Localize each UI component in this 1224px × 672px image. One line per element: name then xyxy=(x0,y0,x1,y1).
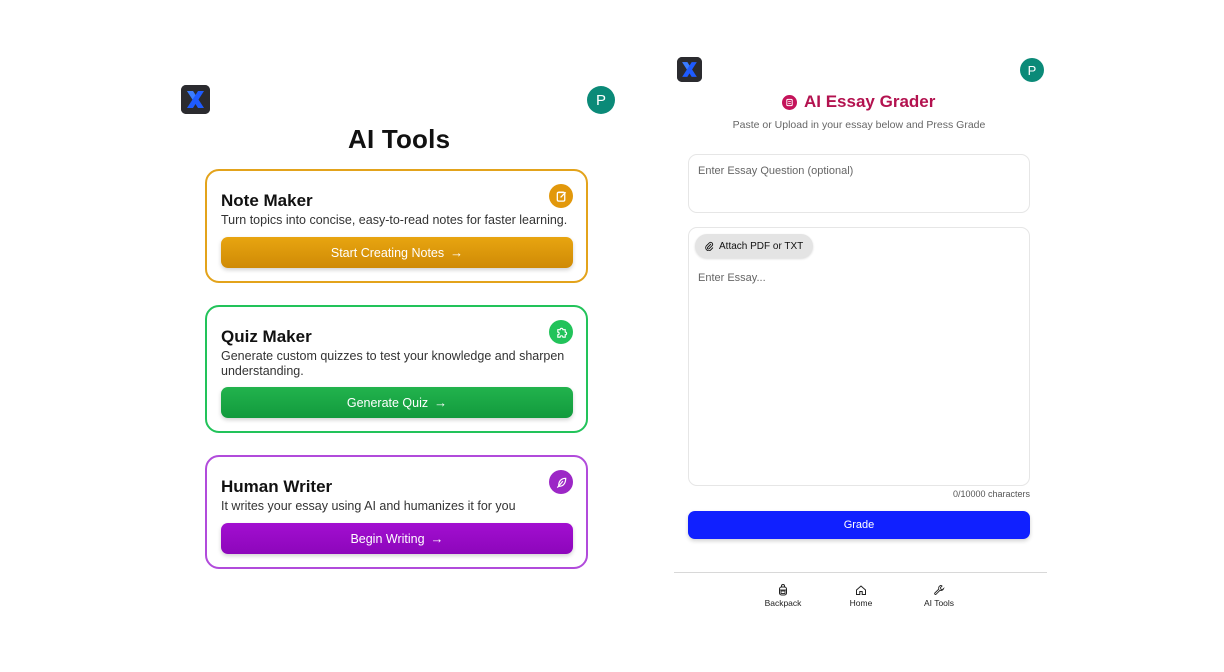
nav-item-backpack[interactable]: Backpack xyxy=(753,584,813,608)
card-description: Generate custom quizzes to test your kno… xyxy=(221,349,565,378)
start-creating-notes-button[interactable]: Start Creating Notes → xyxy=(221,237,573,268)
puzzle-icon xyxy=(549,320,573,344)
button-label: Begin Writing xyxy=(350,531,425,546)
essay-question-placeholder: Enter Essay Question (optional) xyxy=(698,165,854,177)
page-subtitle: Paste or Upload in your essay below and … xyxy=(732,119,986,131)
page-title: AI Essay Grader xyxy=(782,92,935,112)
button-label: Start Creating Notes xyxy=(330,245,445,260)
quiz-maker-card: Quiz Maker Generate custom quizzes to te… xyxy=(205,305,588,433)
generate-quiz-button[interactable]: Generate Quiz → xyxy=(221,387,573,418)
arrow-right-icon: → xyxy=(434,395,448,410)
avatar-letter: P xyxy=(595,91,606,109)
user-avatar[interactable]: P xyxy=(587,86,615,114)
wrench-icon xyxy=(934,585,945,595)
bottom-nav-divider xyxy=(674,572,1047,573)
app-logo[interactable] xyxy=(181,85,210,114)
x-logo-icon xyxy=(677,57,702,82)
card-description: Turn topics into concise, easy-to-read n… xyxy=(221,213,568,227)
backpack-icon xyxy=(779,584,787,596)
card-description: It writes your essay using AI and humani… xyxy=(221,499,516,513)
card-title: Human Writer xyxy=(221,477,333,496)
grade-label: Grade xyxy=(843,519,875,531)
button-label: Generate Quiz xyxy=(346,395,429,410)
human-writer-card: Human Writer It writes your essay using … xyxy=(205,455,588,569)
notepad-icon xyxy=(549,184,573,208)
begin-writing-button[interactable]: Begin Writing → xyxy=(221,523,573,554)
feather-icon xyxy=(549,470,573,494)
nav-label: Home xyxy=(849,598,873,608)
page-title-text: AI Essay Grader xyxy=(804,92,936,111)
home-icon xyxy=(856,585,866,595)
card-title: Quiz Maker xyxy=(221,327,312,346)
arrow-right-icon: → xyxy=(450,245,464,260)
nav-label: AI Tools xyxy=(923,598,955,608)
character-count: 0/10000 characters xyxy=(952,489,1030,499)
nav-item-home[interactable]: Home xyxy=(831,584,891,608)
paperclip-icon xyxy=(705,241,714,251)
essay-placeholder: Enter Essay... xyxy=(698,272,766,284)
arrow-right-icon: → xyxy=(430,531,444,546)
card-title: Note Maker xyxy=(221,191,313,210)
nav-label: Backpack xyxy=(764,598,802,608)
attach-file-button[interactable]: Attach PDF or TXT xyxy=(695,234,814,258)
page-title: AI Tools xyxy=(348,124,451,154)
essay-question-input[interactable]: Enter Essay Question (optional) xyxy=(688,154,1030,213)
avatar-letter: P xyxy=(1027,62,1037,78)
user-avatar[interactable]: P xyxy=(1020,58,1044,82)
grade-button[interactable]: Grade xyxy=(688,511,1030,539)
x-logo-icon xyxy=(181,85,210,114)
attach-label: Attach PDF or TXT xyxy=(719,240,804,252)
essay-textarea[interactable]: Attach PDF or TXT Enter Essay... xyxy=(688,227,1030,486)
note-maker-card: Note Maker Turn topics into concise, eas… xyxy=(205,169,588,283)
app-logo[interactable] xyxy=(677,57,702,82)
nav-item-ai-tools[interactable]: AI Tools xyxy=(909,584,969,608)
essay-icon xyxy=(782,94,797,110)
